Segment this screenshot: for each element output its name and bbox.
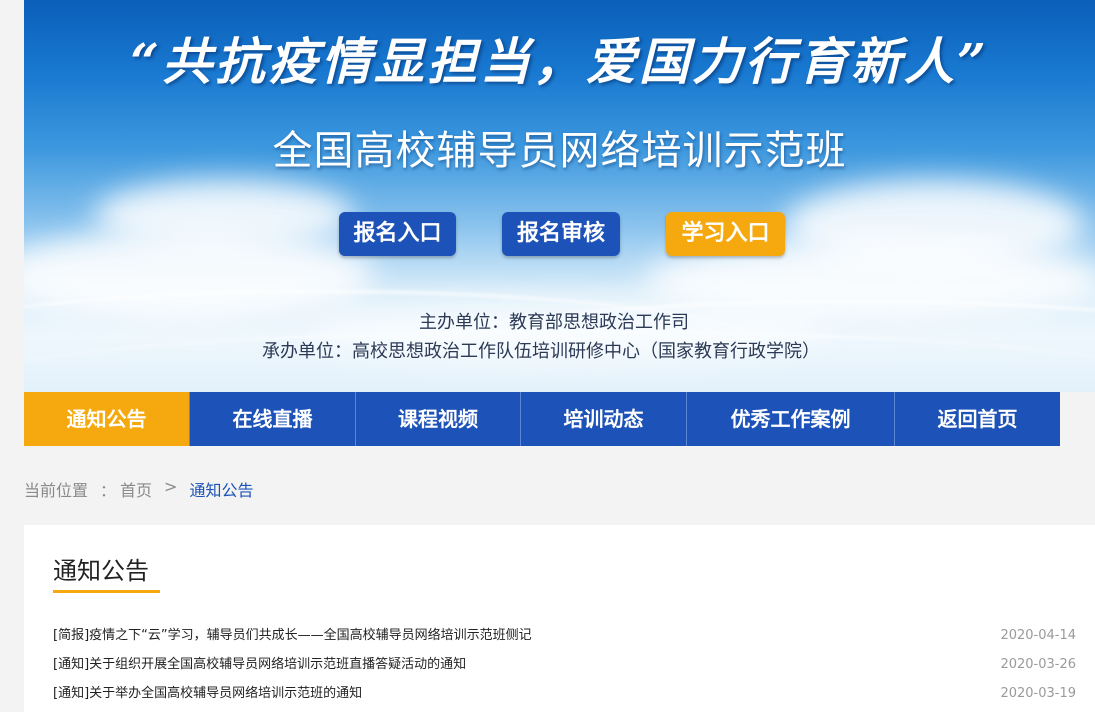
main-nav: 通知公告 在线直播 课程视频 培训动态 优秀工作案例 返回首页 bbox=[24, 392, 1060, 446]
host-unit: 主办单位：教育部思想政治工作司 bbox=[419, 312, 689, 333]
register-review-button[interactable]: 报名审核 bbox=[502, 212, 620, 256]
breadcrumb-home-link[interactable]: 首页 bbox=[120, 477, 152, 501]
notice-date: 2020-03-26 bbox=[1000, 657, 1076, 672]
section-title: 通知公告 bbox=[53, 557, 149, 585]
section-title-underline bbox=[53, 590, 160, 593]
organizer-unit: 承办单位：高校思想政治工作队伍培训研修中心（国家教育行政学院） bbox=[262, 341, 820, 362]
nav-item-live[interactable]: 在线直播 bbox=[189, 392, 355, 446]
nav-item-news[interactable]: 培训动态 bbox=[520, 392, 686, 446]
nav-item-videos[interactable]: 课程视频 bbox=[355, 392, 520, 446]
nav-item-home[interactable]: 返回首页 bbox=[894, 392, 1060, 446]
notice-date: 2020-04-14 bbox=[1000, 628, 1076, 643]
nav-item-cases[interactable]: 优秀工作案例 bbox=[686, 392, 894, 446]
notice-date: 2020-03-19 bbox=[1000, 686, 1076, 701]
breadcrumb: 当前位置 ： 首页 > 通知公告 bbox=[24, 477, 253, 501]
breadcrumb-separator: ： bbox=[100, 481, 117, 500]
header-banner: “共抗疫情显担当，爱国力行育新人” 全国高校辅导员网络培训示范班 报名入口 报名… bbox=[24, 0, 1095, 392]
list-item: [通知]关于组织开展全国高校辅导员网络培训示范班直播答疑活动的通知 2020-0… bbox=[53, 651, 1076, 679]
notice-panel: 通知公告 [简报]疫情之下“云”学习，辅导员们共成长——全国高校辅导员网络培训示… bbox=[24, 525, 1095, 712]
banner-slogan: “共抗疫情显担当，爱国力行育新人” bbox=[130, 32, 989, 91]
breadcrumb-arrow: > bbox=[164, 477, 178, 496]
register-entry-button[interactable]: 报名入口 bbox=[339, 212, 456, 256]
notice-link[interactable]: [通知]关于举办全国高校辅导员网络培训示范班的通知 bbox=[53, 680, 362, 708]
notice-link[interactable]: [通知]关于组织开展全国高校辅导员网络培训示范班直播答疑活动的通知 bbox=[53, 651, 466, 679]
nav-item-notices[interactable]: 通知公告 bbox=[24, 392, 189, 446]
study-entry-button[interactable]: 学习入口 bbox=[666, 212, 785, 256]
breadcrumb-prefix: 当前位置 bbox=[24, 481, 89, 500]
breadcrumb-current: 通知公告 bbox=[189, 481, 254, 500]
list-item: [简报]疫情之下“云”学习，辅导员们共成长——全国高校辅导员网络培训示范班侧记 … bbox=[53, 622, 1076, 650]
list-item: [通知]关于举办全国高校辅导员网络培训示范班的通知 2020-03-19 bbox=[53, 680, 1076, 708]
banner-title: 全国高校辅导员网络培训示范班 bbox=[272, 128, 847, 174]
notice-link[interactable]: [简报]疫情之下“云”学习，辅导员们共成长——全国高校辅导员网络培训示范班侧记 bbox=[53, 622, 532, 650]
